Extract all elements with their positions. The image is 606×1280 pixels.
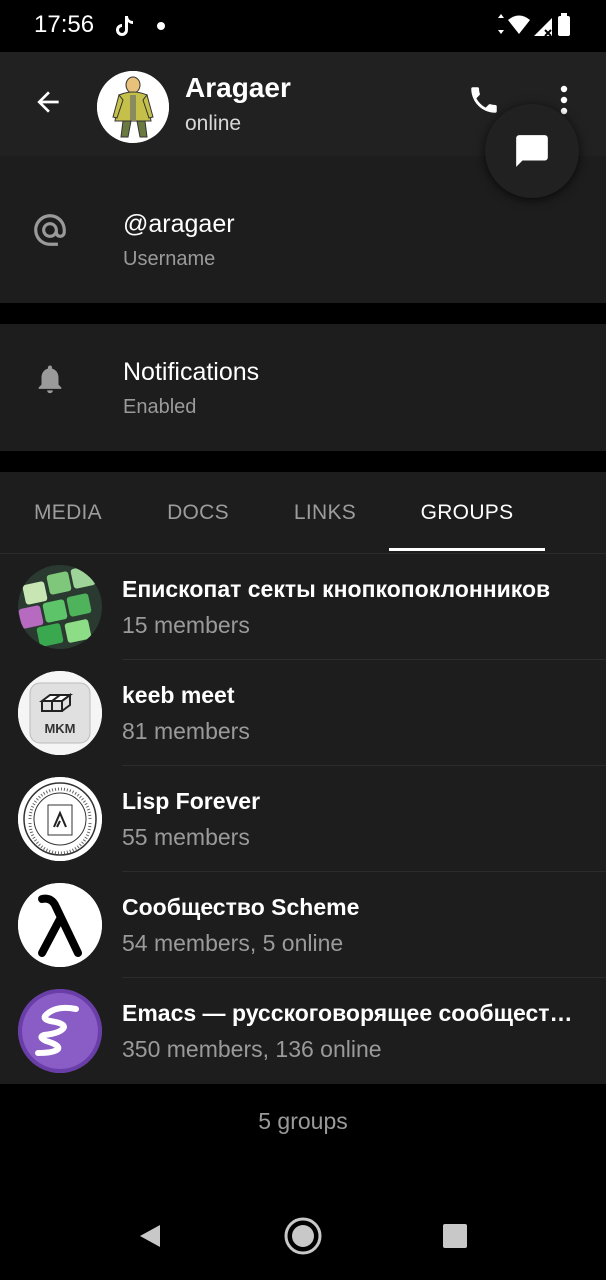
tab-docs[interactable]: DOCS bbox=[136, 472, 260, 554]
cartoon-character-avatar bbox=[97, 71, 169, 143]
notifications-status: Enabled bbox=[123, 396, 197, 418]
at-sign-icon bbox=[30, 210, 70, 250]
groups-count: 5 groups bbox=[258, 1108, 348, 1134]
contact-name[interactable]: Aragaer bbox=[185, 72, 291, 104]
mkm-logo-avatar: MKM bbox=[18, 671, 102, 755]
group-members: 55 members bbox=[122, 824, 250, 850]
nav-back-icon bbox=[140, 1225, 160, 1247]
nav-home-button[interactable] bbox=[279, 1212, 327, 1260]
username-value: @aragaer bbox=[123, 210, 235, 238]
list-item[interactable]: Епископат секты кнопкопоклонников 15 mem… bbox=[0, 554, 606, 660]
group-members: 350 members, 136 online bbox=[122, 1036, 382, 1062]
tab-links[interactable]: LINKS bbox=[260, 472, 390, 554]
tiktok-icon bbox=[116, 16, 133, 36]
list-item[interactable]: Emacs — русскоговорящее сообщест… 350 me… bbox=[0, 978, 606, 1084]
tab-media[interactable]: MEDIA bbox=[0, 472, 136, 554]
more-vert-icon bbox=[560, 85, 568, 115]
mkm-logo-text: MKM bbox=[44, 721, 75, 736]
keycaps-photo-avatar bbox=[18, 565, 102, 649]
message-icon bbox=[516, 135, 548, 167]
mit-seal-avatar bbox=[18, 777, 102, 861]
group-members: 54 members, 5 online bbox=[122, 930, 344, 956]
nav-recents-button[interactable] bbox=[431, 1212, 479, 1260]
send-message-button[interactable] bbox=[485, 104, 579, 198]
bell-icon bbox=[30, 359, 70, 399]
tab-groups[interactable]: GROUPS bbox=[389, 472, 545, 554]
emacs-logo-avatar bbox=[18, 989, 102, 1073]
status-time: 17:56 bbox=[34, 11, 95, 38]
notifications-section[interactable]: Notifications Enabled bbox=[0, 324, 606, 451]
group-name: Сообщество Scheme bbox=[122, 894, 360, 920]
notifications-title: Notifications bbox=[123, 358, 260, 386]
group-members: 15 members bbox=[122, 612, 250, 638]
group-name: keeb meet bbox=[122, 682, 235, 708]
contact-status: online bbox=[185, 112, 242, 135]
group-name: Lisp Forever bbox=[122, 788, 261, 814]
active-tab-indicator bbox=[389, 548, 545, 551]
contact-avatar[interactable] bbox=[97, 71, 169, 143]
back-button[interactable] bbox=[26, 80, 70, 124]
status-bar: 17:56 bbox=[0, 0, 606, 52]
group-members: 81 members bbox=[122, 718, 250, 744]
nav-home-icon bbox=[284, 1217, 322, 1255]
notification-dot-icon bbox=[157, 22, 165, 30]
group-name: Emacs — русскоговорящее сообщест… bbox=[122, 1000, 573, 1026]
username-label: Username bbox=[123, 248, 216, 270]
groups-list: Епископат секты кнопкопоклонников 15 mem… bbox=[0, 554, 606, 1084]
nav-recents-icon bbox=[443, 1224, 467, 1248]
system-navigation-bar bbox=[0, 1186, 606, 1280]
lambda-logo-avatar bbox=[18, 883, 102, 967]
arrow-back-icon bbox=[37, 91, 59, 113]
list-item[interactable]: Сообщество Scheme 54 members, 5 online bbox=[0, 872, 606, 978]
list-item[interactable]: Lisp Forever 55 members bbox=[0, 766, 606, 872]
group-name: Епископат секты кнопкопоклонников bbox=[122, 576, 551, 602]
media-tabs: MEDIA DOCS LINKS GROUPS bbox=[0, 472, 606, 554]
list-item[interactable]: MKM keeb meet 81 members bbox=[0, 660, 606, 766]
status-indicators-icon bbox=[498, 13, 570, 37]
nav-back-button[interactable] bbox=[126, 1212, 174, 1260]
phone-icon bbox=[471, 87, 497, 113]
